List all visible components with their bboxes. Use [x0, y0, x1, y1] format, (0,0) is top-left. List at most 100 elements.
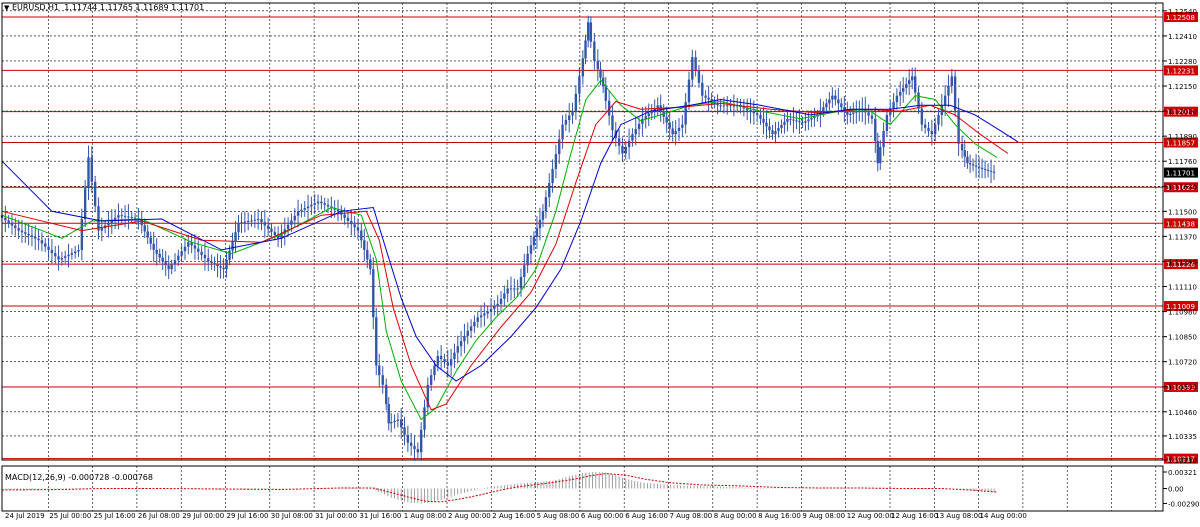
candle-body: [704, 95, 707, 98]
candle-body: [656, 105, 659, 109]
candle-body: [326, 204, 330, 207]
x-tick-label: 9 Aug 08:00: [802, 512, 845, 520]
candle-body: [381, 375, 384, 385]
candle-body: [792, 119, 795, 121]
candle-body: [581, 58, 585, 77]
candle-body: [158, 253, 161, 258]
candle-body: [47, 246, 50, 250]
candle-body: [668, 122, 671, 129]
candle-body: [213, 262, 216, 265]
candle-body: [433, 365, 436, 376]
candle-body: [578, 76, 581, 94]
y-tick-label: 1.12410: [1168, 33, 1197, 41]
candle-body: [10, 222, 14, 226]
candle-body: [170, 264, 173, 270]
candle-body: [920, 108, 924, 125]
candle-body: [155, 249, 158, 254]
x-tick-label: 31 Jul 00:00: [315, 512, 357, 520]
candle-body: [366, 249, 369, 260]
candle-body: [882, 131, 885, 148]
candle-body: [266, 225, 270, 229]
ohlc-label: 1.11744 1.11765 1.11689 1.11701: [64, 3, 205, 12]
candle-body: [489, 309, 493, 312]
candle-body: [807, 119, 810, 122]
collapse-arrow-icon[interactable]: ▼: [4, 4, 9, 12]
candle-body: [406, 434, 410, 443]
candle-body: [729, 105, 732, 107]
candle-body: [117, 215, 120, 218]
candle-body: [617, 138, 621, 146]
x-tick-label: 31 Jul 16:00: [359, 512, 401, 520]
candle-body: [786, 118, 789, 122]
candle-body: [80, 219, 84, 250]
candle-body: [905, 84, 908, 88]
candle-body: [771, 130, 774, 135]
candle-body: [87, 157, 90, 189]
candle-body: [749, 110, 752, 112]
candle-body: [20, 230, 24, 233]
candle-body: [586, 22, 590, 41]
candle-body: [476, 317, 479, 322]
candle-body: [256, 219, 260, 221]
candle-body: [992, 171, 996, 173]
candle-body: [243, 221, 247, 223]
candle-body: [983, 168, 987, 170]
candle-body: [574, 93, 578, 112]
candle-body: [130, 217, 133, 219]
candle-body: [390, 422, 393, 424]
candle-body: [439, 355, 443, 360]
x-tick-label: 6 Aug 16:00: [625, 512, 668, 520]
candle-body: [60, 257, 64, 260]
x-tick-label: 1 Aug 08:00: [404, 512, 447, 520]
y-tick-label: 1.10460: [1168, 409, 1197, 417]
moving-average-line-1: [1, 79, 998, 421]
macd-y-tick-label: -0.002908: [1168, 500, 1200, 508]
candle-body: [966, 156, 969, 164]
candle-body: [953, 76, 957, 111]
candle-body: [375, 317, 378, 366]
candle-body: [892, 102, 895, 109]
trading-chart[interactable]: 1.125081.122311.120171.118571.116251.114…: [0, 0, 1200, 523]
candle-body: [876, 140, 879, 164]
candle-body: [290, 220, 293, 225]
candle-body: [989, 170, 993, 172]
candle-body: [24, 232, 27, 234]
candle-body: [293, 215, 296, 221]
y-tick-label: 1.11500: [1168, 208, 1197, 216]
candle-body: [564, 120, 568, 125]
candle-body: [937, 114, 940, 125]
chart-root[interactable]: 1.12508 1.12231 1.12017 1.11857 1.11625 1.114…: [0, 0, 1200, 523]
candle-body: [558, 139, 561, 155]
candle-body: [167, 265, 170, 270]
candle-body: [443, 359, 446, 363]
candle-body: [310, 204, 313, 207]
x-tick-label: 2 Aug 16:00: [492, 512, 535, 520]
candle-body: [469, 326, 473, 331]
candle-body: [535, 228, 539, 237]
candle-body: [554, 154, 558, 169]
candle-body: [516, 288, 519, 290]
candle-body: [548, 183, 551, 198]
candle-body: [270, 228, 273, 232]
candle-body: [363, 240, 366, 250]
candle-body: [899, 91, 902, 96]
candle-body: [509, 288, 513, 290]
x-tick-label: 24 Jul 2019: [5, 512, 45, 520]
x-tick-label: 7 Aug 08:00: [670, 512, 713, 520]
x-tick-label: 25 Jul 00:00: [49, 512, 91, 520]
candle-body: [173, 260, 177, 265]
candle-body: [840, 103, 843, 108]
candle-body: [804, 121, 807, 123]
candle-body: [908, 80, 911, 85]
candle-body: [107, 222, 110, 226]
candle-body: [499, 298, 503, 304]
y-tick-label: 1.10210: [1168, 457, 1197, 465]
candle-body: [701, 82, 704, 96]
candle-body: [463, 335, 466, 342]
candle-body: [77, 249, 80, 252]
candle-body: [83, 188, 87, 220]
candle-body: [895, 95, 899, 103]
y-tick-label: 1.11630: [1168, 183, 1197, 191]
candle-body: [44, 243, 47, 247]
candle-body: [313, 203, 316, 205]
